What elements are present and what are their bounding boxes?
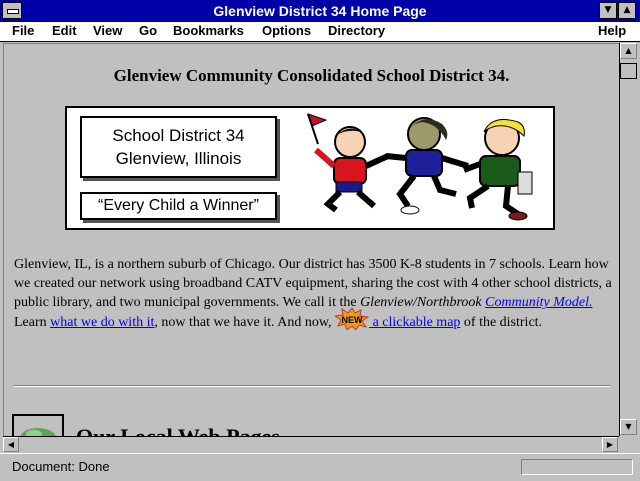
scrollbar-corner xyxy=(619,436,637,452)
intro-text-2: Learn xyxy=(14,314,51,330)
intro-paragraph: Glenview, IL, is a northern suburb of Ch… xyxy=(14,255,614,332)
vertical-scroll-thumb[interactable] xyxy=(620,63,637,79)
banner-line-2: Glenview, Illinois xyxy=(115,149,242,168)
maximize-button[interactable]: ▲ xyxy=(618,2,636,19)
district-name-sign: School District 34 Glenview, Illinois xyxy=(80,116,277,178)
menu-options[interactable]: Options xyxy=(262,23,311,38)
menu-directory[interactable]: Directory xyxy=(328,23,385,38)
new-badge-label: NEW xyxy=(342,315,364,325)
vertical-scrollbar[interactable]: ▲ ▼ xyxy=(619,43,638,436)
scroll-left-button[interactable]: ◀ xyxy=(3,437,19,452)
page-content: Glenview Community Consolidated School D… xyxy=(3,43,619,437)
menu-edit[interactable]: Edit xyxy=(52,23,77,38)
horizontal-scrollbar[interactable]: ◀ ▶ xyxy=(3,436,619,453)
intro-text-3: , now that we have it. And now, xyxy=(154,314,336,330)
motto-sign: “Every Child a Winner” xyxy=(80,192,277,220)
local-pages-icon[interactable] xyxy=(12,414,64,437)
clickable-map-link[interactable]: a clickable map xyxy=(369,315,461,330)
district-banner-image: School District 34 Glenview, Illinois “E… xyxy=(65,106,555,230)
status-text: Document: Done xyxy=(12,459,110,474)
progress-indicator xyxy=(521,459,633,475)
menu-view[interactable]: View xyxy=(93,23,122,38)
scroll-down-button[interactable]: ▼ xyxy=(620,419,637,435)
status-bar: Document: Done xyxy=(0,453,640,481)
children-illustration xyxy=(307,113,533,221)
menu-bookmarks[interactable]: Bookmarks xyxy=(173,23,244,38)
horizontal-divider xyxy=(14,385,610,387)
menu-bar: File Edit View Go Bookmarks Options Dire… xyxy=(0,22,640,42)
menu-file[interactable]: File xyxy=(12,23,34,38)
minimize-button[interactable]: ▼ xyxy=(599,2,617,19)
window-title: Glenview District 34 Home Page xyxy=(213,3,427,19)
page-heading: Glenview Community Consolidated School D… xyxy=(113,66,510,85)
title-bar: Glenview District 34 Home Page ▼ ▲ xyxy=(0,0,640,23)
menu-go[interactable]: Go xyxy=(139,23,157,38)
banner-line-1: School District 34 xyxy=(112,126,245,145)
what-we-do-link[interactable]: what we do with it xyxy=(50,315,154,330)
community-model-link[interactable]: Community Model. xyxy=(485,295,592,310)
scroll-right-button[interactable]: ▶ xyxy=(602,437,618,452)
intro-text-4: of the district. xyxy=(460,314,543,330)
scroll-up-button[interactable]: ▲ xyxy=(620,43,637,59)
menu-help[interactable]: Help xyxy=(598,23,626,38)
intro-italic-text: Glenview/Northbrook xyxy=(360,295,482,311)
new-badge-icon: NEW xyxy=(335,308,370,331)
